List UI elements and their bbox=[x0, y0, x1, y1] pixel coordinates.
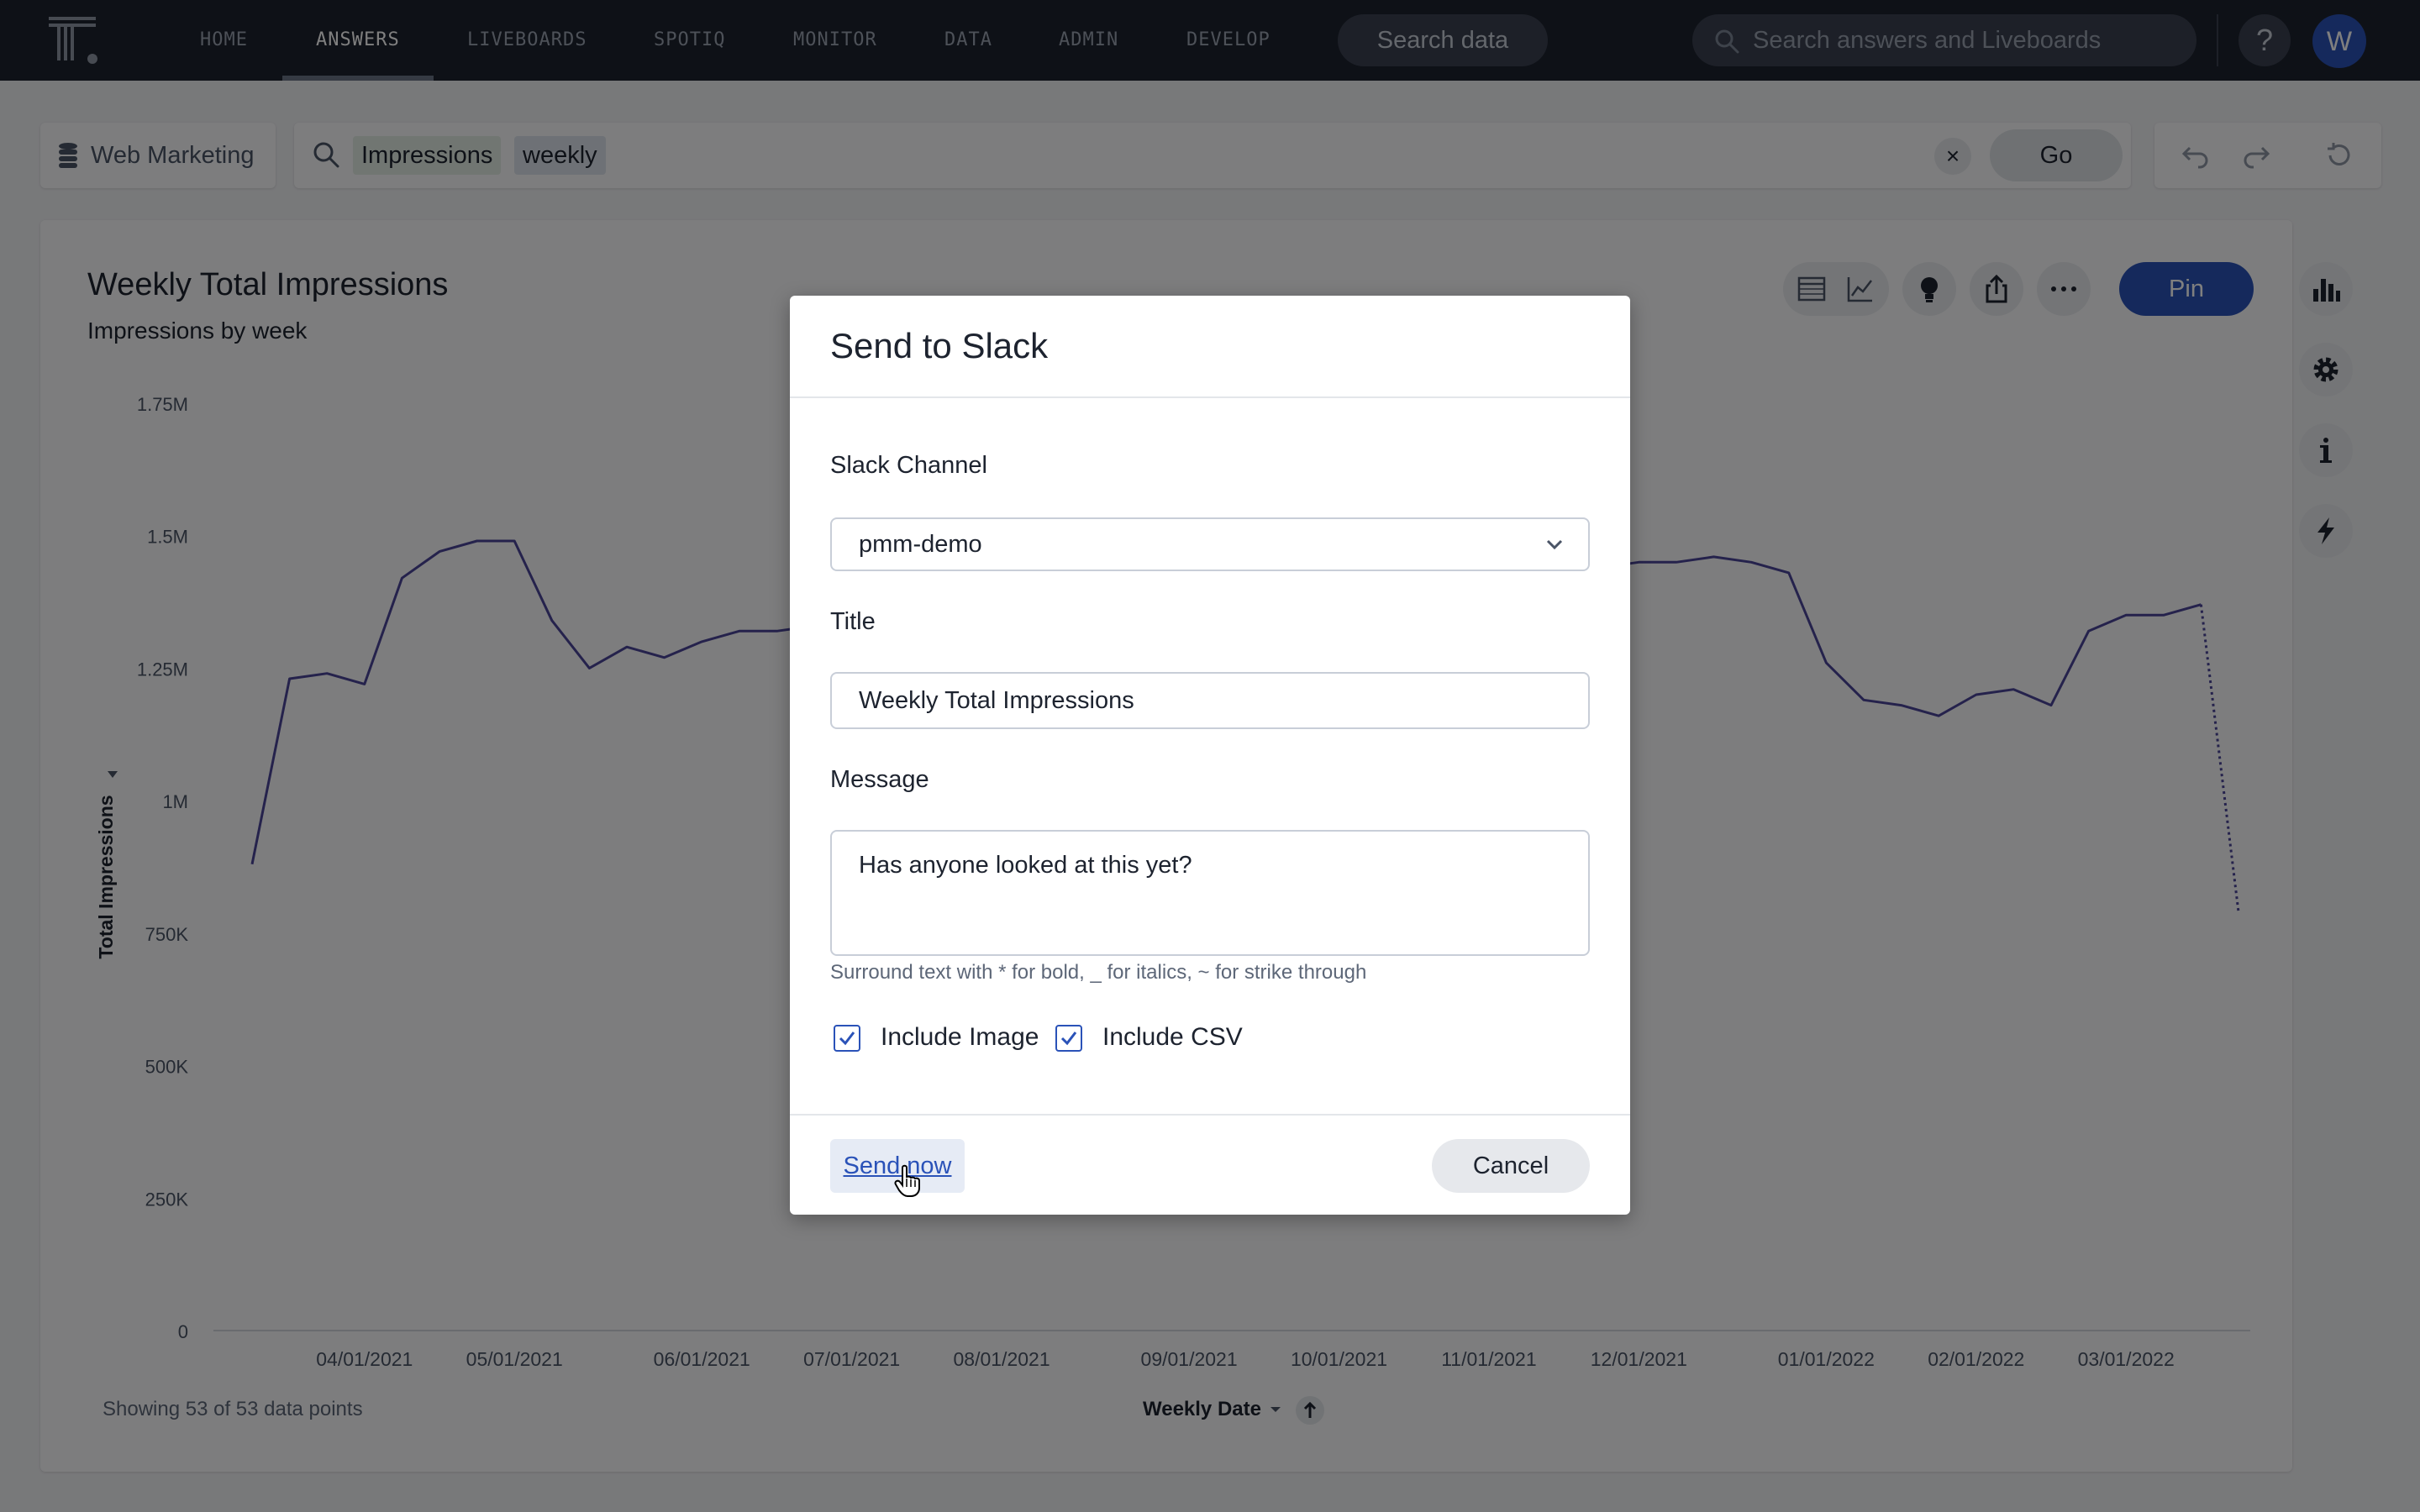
formatting-hint: Surround text with * for bold, _ for ita… bbox=[830, 961, 1367, 984]
include-image-label[interactable]: Include Image bbox=[881, 1023, 1039, 1052]
include-csv-checkbox[interactable] bbox=[1055, 1025, 1082, 1052]
message-label: Message bbox=[830, 766, 929, 793]
slack-channel-label: Slack Channel bbox=[830, 452, 987, 479]
checkmark-icon bbox=[839, 1032, 855, 1046]
title-input[interactable] bbox=[830, 672, 1590, 729]
title-label: Title bbox=[830, 608, 876, 635]
message-textarea[interactable]: Has anyone looked at this yet? bbox=[830, 830, 1590, 956]
dialog-title: Send to Slack bbox=[830, 326, 1049, 365]
include-csv-label[interactable]: Include CSV bbox=[1102, 1023, 1243, 1052]
send-to-slack-dialog: Send to Slack Slack Channel pmm-demo Tit… bbox=[790, 296, 1630, 1215]
cancel-button[interactable]: Cancel bbox=[1432, 1139, 1590, 1193]
checkmark-icon bbox=[1060, 1032, 1077, 1046]
divider bbox=[790, 396, 1630, 398]
divider bbox=[790, 1114, 1630, 1116]
slack-channel-value: pmm-demo bbox=[859, 531, 982, 558]
include-image-checkbox[interactable] bbox=[834, 1025, 860, 1052]
chevron-down-icon bbox=[1546, 539, 1563, 550]
hand-cursor-icon bbox=[894, 1164, 920, 1197]
slack-channel-select[interactable]: pmm-demo bbox=[830, 517, 1590, 571]
